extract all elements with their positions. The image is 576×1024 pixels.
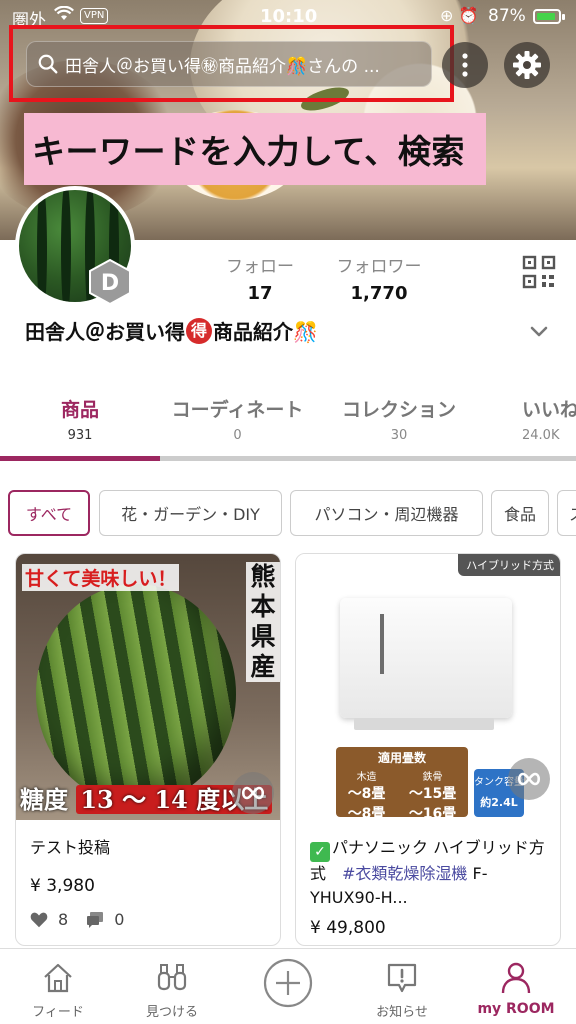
category-chip-pc[interactable]: パソコン・周辺機器 bbox=[290, 490, 483, 536]
tab-count: 24.0K bbox=[522, 428, 560, 443]
follow-label: フォロー bbox=[226, 257, 294, 277]
panel-wood-value2: 〜8畳 bbox=[347, 806, 386, 820]
infinity-icon bbox=[241, 786, 265, 800]
collection-add-button[interactable] bbox=[508, 758, 550, 800]
panel-wood-value: 〜8畳 bbox=[347, 786, 386, 802]
instruction-annotation: キーワードを入力して、検索 bbox=[24, 113, 486, 185]
heart-icon[interactable] bbox=[30, 911, 48, 929]
alarm-icon: ⊕ ⏰ bbox=[440, 6, 479, 25]
follow-stat[interactable]: フォロー 17 bbox=[216, 252, 304, 304]
image-caption-vertical: 熊本県産 bbox=[246, 562, 280, 682]
chevron-down-icon[interactable] bbox=[528, 320, 550, 342]
nav-add-post[interactable] bbox=[238, 957, 338, 1009]
search-icon bbox=[38, 54, 58, 74]
dehumidifier-image bbox=[340, 598, 512, 718]
category-chip-food[interactable]: 食品 bbox=[491, 490, 549, 536]
category-chip-all[interactable]: すべて bbox=[8, 490, 90, 536]
panel-steel-label: 鉄骨 bbox=[422, 772, 443, 783]
product-hashtag[interactable]: #衣類乾燥除湿機 bbox=[342, 864, 467, 883]
bottom-navigation: フィード 見つける お知らせ my ROOM bbox=[0, 948, 576, 1024]
vpn-badge: VPN bbox=[80, 8, 109, 24]
nav-notifications[interactable]: お知らせ bbox=[352, 961, 452, 1020]
product-image-tag: ハイブリッド方式 bbox=[458, 554, 560, 576]
nav-feed-label: フィード bbox=[32, 1005, 84, 1020]
nav-notifications-label: お知らせ bbox=[376, 1005, 428, 1020]
follower-label: フォロワー bbox=[336, 257, 422, 277]
search-placeholder: 田舎人＠お買い得㊙商品紹介🎊さんの ... bbox=[65, 56, 380, 77]
plus-icon bbox=[263, 958, 313, 1008]
category-chip-garden[interactable]: 花・ガーデン・DIY bbox=[99, 490, 282, 536]
status-time: 10:10 bbox=[260, 6, 318, 27]
nav-find[interactable]: 見つける bbox=[122, 961, 222, 1020]
comment-icon[interactable] bbox=[86, 911, 104, 929]
panel-head: 適用畳数 bbox=[377, 751, 426, 765]
nav-my-room[interactable]: my ROOM bbox=[466, 961, 566, 1017]
tab-label: コーディネート bbox=[171, 399, 304, 421]
check-icon: ✓ bbox=[310, 842, 330, 862]
notification-icon bbox=[387, 963, 417, 993]
panel-steel-value: 〜15畳 bbox=[408, 786, 457, 802]
qr-code-icon[interactable] bbox=[522, 255, 556, 289]
nav-feed[interactable]: フィード bbox=[8, 961, 108, 1020]
battery-icon bbox=[533, 9, 561, 24]
product-title[interactable]: テスト投稿 bbox=[30, 836, 270, 860]
person-icon bbox=[501, 962, 531, 994]
panel-wood-label: 木造 bbox=[356, 772, 377, 783]
tab-collection[interactable]: コレクション 30 bbox=[335, 395, 463, 443]
tab-label: いいね bbox=[522, 399, 576, 421]
more-menu-button[interactable] bbox=[442, 42, 488, 88]
tab-count: 931 bbox=[67, 428, 93, 443]
panel-steel-value2: 〜16畳 bbox=[408, 806, 457, 820]
kebab-icon bbox=[462, 53, 468, 77]
product-price: ¥ 3,980 bbox=[30, 876, 95, 896]
wifi-icon bbox=[54, 5, 74, 26]
battery-percent: 87% bbox=[488, 6, 526, 26]
product-card[interactable]: 甘くて美味しい！ 熊本県産 糖度 13 〜 14 度以上 テスト投稿 ¥ 3,9… bbox=[15, 553, 281, 946]
rank-badge-letter: D bbox=[101, 271, 119, 296]
product-price: ¥ 49,800 bbox=[310, 918, 386, 938]
home-icon bbox=[44, 963, 72, 993]
tab-count: 30 bbox=[390, 428, 408, 443]
follower-count: 1,770 bbox=[350, 283, 408, 304]
category-chip-more[interactable]: ス bbox=[557, 490, 576, 536]
image-caption-top: 甘くて美味しい！ bbox=[22, 564, 180, 591]
follow-count: 17 bbox=[247, 283, 273, 304]
product-image: 甘くて美味しい！ 熊本県産 糖度 13 〜 14 度以上 bbox=[16, 554, 280, 820]
tab-label: コレクション bbox=[341, 399, 456, 421]
follower-stat[interactable]: フォロワー 1,770 bbox=[326, 252, 432, 304]
collection-add-button[interactable] bbox=[232, 772, 274, 814]
search-input[interactable]: 田舎人＠お買い得㊙商品紹介🎊さんの ... bbox=[26, 41, 432, 87]
infinity-icon bbox=[517, 772, 541, 786]
dehumidifier-base bbox=[354, 718, 494, 730]
nav-find-label: 見つける bbox=[145, 1005, 198, 1020]
tab-active-indicator bbox=[0, 456, 160, 461]
rank-badge-icon: D bbox=[89, 258, 131, 306]
product-title[interactable]: ✓ パナソニック ハイブリッド方式 #衣類乾燥除湿機 F-YHUX90-H... bbox=[310, 836, 550, 910]
room-size-panel: 適用畳数 木造 〜8畳 〜8畳 鉄骨 〜15畳 〜16畳 bbox=[336, 747, 468, 820]
product-reactions: 8 0 bbox=[30, 910, 142, 929]
settings-button[interactable] bbox=[504, 42, 550, 88]
tab-count: 0 bbox=[233, 428, 242, 443]
gear-icon bbox=[513, 51, 541, 79]
like-count: 8 bbox=[58, 910, 69, 929]
comment-count: 0 bbox=[114, 910, 125, 929]
binoculars-icon bbox=[157, 964, 187, 991]
nav-my-room-label: my ROOM bbox=[477, 1001, 555, 1017]
tab-likes[interactable]: いいね 24.0K bbox=[522, 395, 576, 443]
tab-products[interactable]: 商品 931 bbox=[40, 395, 120, 443]
product-card[interactable]: ハイブリッド方式 適用畳数 木造 〜8畳 〜8畳 鉄骨 〜15畳 〜16畳 タン… bbox=[295, 553, 561, 946]
toku-badge: 得 bbox=[186, 317, 212, 344]
profile-name-prefix: 田舎人＠お買い得 bbox=[25, 320, 185, 344]
tab-coordinate[interactable]: コーディネート 0 bbox=[165, 395, 310, 443]
profile-name-suffix: 商品紹介🎊 bbox=[213, 320, 318, 344]
watermelon-image bbox=[36, 584, 236, 804]
profile-name: 田舎人＠お買い得 得 商品紹介🎊 bbox=[25, 316, 318, 345]
battery-tip bbox=[562, 14, 565, 20]
tab-label: 商品 bbox=[60, 399, 99, 421]
product-image: ハイブリッド方式 適用畳数 木造 〜8畳 〜8畳 鉄骨 〜15畳 〜16畳 タン… bbox=[296, 554, 560, 820]
image-caption-prefix: 糖度 bbox=[20, 785, 68, 814]
